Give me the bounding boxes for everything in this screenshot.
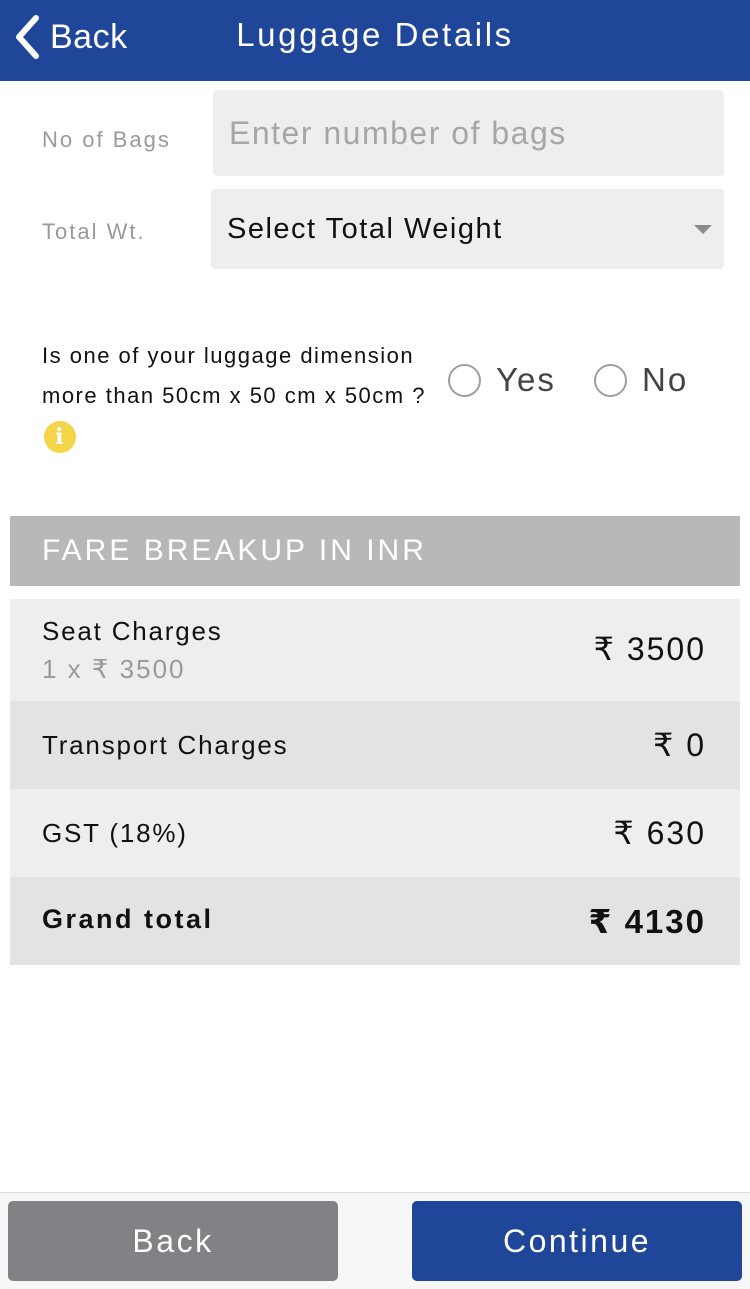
radio-circle-yes[interactable]: [448, 363, 481, 397]
fare-row-name: Seat Charges: [42, 616, 223, 646]
grand-total-amount: ₹ 4130: [588, 903, 706, 940]
dimension-question: Is one of your luggage dimension more th…: [42, 336, 462, 456]
fare-row-seat: Seat Charges 1 x ₹ 3500 ₹ 3500: [10, 599, 740, 701]
fare-row-amount: ₹ 3500: [593, 631, 706, 667]
bags-label: No of Bags: [42, 127, 171, 152]
back-button[interactable]: Back: [8, 1201, 338, 1281]
fare-row-transport: Transport Charges ₹ 0: [10, 701, 740, 789]
radio-no-label: No: [642, 361, 689, 398]
bags-input[interactable]: [213, 90, 724, 176]
weight-label: Total Wt.: [42, 219, 146, 244]
radio-yes-label: Yes: [496, 361, 556, 398]
bags-field: [213, 90, 724, 176]
fare-row-name: Transport Charges: [42, 730, 289, 760]
weight-select[interactable]: Select Total Weight: [211, 189, 724, 269]
dimension-question-text: Is one of your luggage dimension more th…: [42, 343, 426, 408]
app-header: Back Luggage Details: [0, 0, 750, 81]
fare-breakup-header: FARE BREAKUP IN INR: [10, 516, 740, 586]
footer-bar: Back Continue: [0, 1192, 750, 1289]
fare-row-amount: ₹ 0: [652, 727, 706, 763]
grand-total-label: Grand total: [42, 904, 214, 934]
radio-no[interactable]: No: [594, 361, 688, 399]
continue-button[interactable]: Continue: [412, 1201, 742, 1281]
fare-row-gst: GST (18%) ₹ 630: [10, 789, 740, 877]
fare-row-detail: 1 x ₹ 3500: [42, 654, 186, 684]
fare-row-name: GST (18%): [42, 818, 188, 848]
fare-row-grand-total: Grand total ₹ 4130: [10, 877, 740, 965]
fare-row-amount: ₹ 630: [613, 815, 706, 851]
dropdown-caret-icon: [694, 225, 712, 234]
radio-circle-no[interactable]: [594, 363, 627, 397]
page-title: Luggage Details: [236, 16, 514, 53]
fare-breakup-title: FARE BREAKUP IN INR: [42, 534, 427, 567]
info-icon[interactable]: i: [44, 421, 76, 454]
weight-select-value: Select Total Weight: [227, 212, 503, 245]
radio-yes[interactable]: Yes: [448, 361, 556, 399]
